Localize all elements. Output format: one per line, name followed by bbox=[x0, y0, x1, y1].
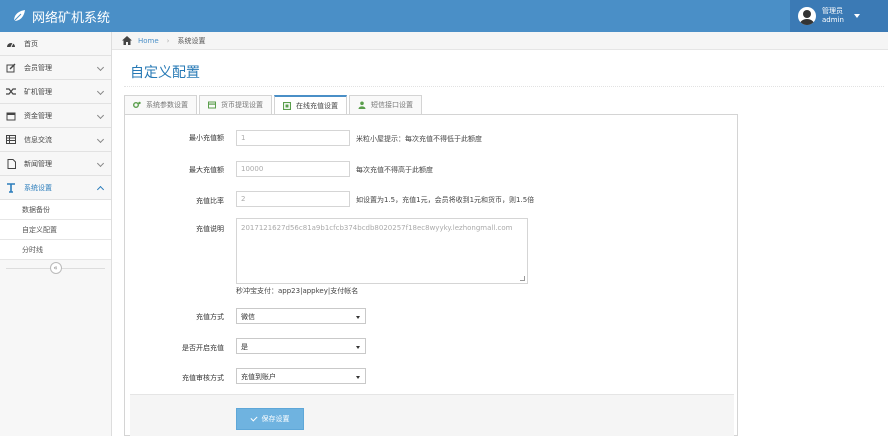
check-icon bbox=[249, 414, 258, 422]
save-button[interactable]: 保存设置 bbox=[236, 408, 304, 430]
sidebar-collapse-button[interactable]: « bbox=[49, 262, 62, 274]
breadcrumb-current: 系统设置 bbox=[177, 36, 206, 45]
review-label: 充值审核方式 bbox=[182, 374, 224, 382]
tab-online-recharge[interactable]: 在线充值设置 bbox=[274, 95, 347, 115]
divider bbox=[124, 86, 884, 87]
sidebar-item-label: 矿机管理 bbox=[24, 87, 52, 96]
tab-label: 短信接口设置 bbox=[371, 101, 413, 109]
chevron-down-icon bbox=[96, 135, 105, 144]
brand[interactable]: 网络矿机系统 bbox=[12, 7, 111, 26]
user-icon bbox=[358, 101, 366, 109]
avatar bbox=[798, 7, 816, 25]
edit-icon bbox=[6, 63, 16, 73]
review-select[interactable]: 充值到账户 bbox=[236, 368, 366, 384]
sidebar-item-funds[interactable]: 资金管理 bbox=[0, 104, 111, 128]
sidebar: 首页 会员管理 矿机管理 资金管理 信息交流 新闻管理 系统设置 数据备份 自定… bbox=[0, 32, 112, 436]
description-textarea[interactable]: 2017121627d56c81a9b1cfcb374bcdb8020257f1… bbox=[236, 218, 528, 284]
tab-label: 在线充值设置 bbox=[296, 102, 338, 110]
square-icon bbox=[283, 102, 291, 110]
sidebar-item-label: 首页 bbox=[24, 39, 38, 48]
sidebar-subitem-custom-config[interactable]: 自定义配置 bbox=[0, 220, 111, 240]
sidebar-item-home[interactable]: 首页 bbox=[0, 32, 111, 56]
list-icon bbox=[6, 135, 16, 145]
calendar-icon bbox=[6, 111, 16, 121]
tab-withdraw-settings[interactable]: 货币提现设置 bbox=[199, 95, 272, 114]
file-icon bbox=[6, 158, 16, 169]
ratio-label: 充值比率 bbox=[196, 197, 224, 205]
description-note: 秒冲宝支付：app23|appkey|支付帐名 bbox=[236, 287, 359, 295]
sidebar-subitem-timeline[interactable]: 分时线 bbox=[0, 240, 111, 260]
dashboard-icon bbox=[6, 39, 16, 49]
brand-title: 网络矿机系统 bbox=[32, 10, 111, 26]
chevron-down-icon bbox=[96, 111, 105, 120]
min-recharge-label: 最小充值额 bbox=[189, 134, 224, 142]
user-menu[interactable]: 管理员 admin bbox=[790, 0, 888, 32]
max-recharge-hint: 每次充值不得高于此额度 bbox=[356, 166, 433, 174]
sidebar-item-label: 新闻管理 bbox=[24, 159, 52, 168]
top-navbar: 网络矿机系统 管理员 admin bbox=[0, 0, 888, 32]
enable-value: 是 bbox=[241, 343, 248, 351]
min-recharge-hint: 米粒小屋提示：每次充值不得低于此额度 bbox=[356, 135, 482, 143]
tab-system-params[interactable]: 系统参数设置 bbox=[124, 95, 197, 114]
user-role: 管理员 bbox=[822, 7, 843, 15]
caret-down-icon bbox=[356, 346, 360, 349]
tab-sms-api[interactable]: 短信接口设置 bbox=[349, 95, 422, 114]
form-actions bbox=[130, 394, 734, 436]
leaf-icon bbox=[13, 10, 25, 22]
sidebar-item-settings[interactable]: 系统设置 bbox=[0, 176, 111, 200]
sidebar-item-news[interactable]: 新闻管理 bbox=[0, 152, 111, 176]
description-text: 2017121627d56c81a9b1cfcb374bcdb8020257f1… bbox=[241, 224, 513, 232]
method-label: 充值方式 bbox=[196, 313, 224, 321]
chevron-up-icon bbox=[96, 185, 105, 194]
caret-down-icon bbox=[356, 376, 360, 379]
max-recharge-input[interactable]: 10000 bbox=[236, 161, 350, 177]
method-value: 微信 bbox=[241, 313, 255, 321]
breadcrumb-home-link[interactable]: Home bbox=[138, 37, 159, 45]
breadcrumb-separator: › bbox=[166, 36, 170, 45]
sidebar-subitem-backup[interactable]: 数据备份 bbox=[0, 200, 111, 220]
enable-select[interactable]: 是 bbox=[236, 338, 366, 354]
gears-icon bbox=[133, 101, 141, 108]
caret-down-icon bbox=[853, 14, 860, 18]
max-recharge-label: 最大充值额 bbox=[189, 166, 224, 174]
resize-handle[interactable] bbox=[520, 276, 525, 281]
tab-label: 货币提现设置 bbox=[221, 101, 263, 109]
user-name: admin bbox=[822, 16, 844, 24]
review-value: 充值到账户 bbox=[241, 373, 276, 381]
tab-label: 系统参数设置 bbox=[146, 101, 188, 109]
home-icon bbox=[122, 36, 132, 45]
credit-card-icon bbox=[208, 101, 216, 109]
description-label: 充值说明 bbox=[196, 225, 224, 233]
chevron-down-icon bbox=[96, 63, 105, 72]
shuffle-icon bbox=[6, 87, 16, 97]
sidebar-item-label: 会员管理 bbox=[24, 63, 52, 72]
page-title: 自定义配置 bbox=[130, 65, 200, 81]
sidebar-item-messages[interactable]: 信息交流 bbox=[0, 128, 111, 152]
caret-down-icon bbox=[356, 316, 360, 319]
min-recharge-input[interactable]: 1 bbox=[236, 130, 350, 146]
tab-bar: 系统参数设置 货币提现设置 在线充值设置 短信接口设置 bbox=[124, 95, 424, 115]
save-button-label: 保存设置 bbox=[261, 415, 290, 423]
method-select[interactable]: 微信 bbox=[236, 308, 366, 324]
ratio-hint: 如设置为1.5，充值1元，会员将收到1元和货币，则1.5倍 bbox=[356, 196, 535, 204]
text-icon bbox=[6, 182, 16, 193]
breadcrumb: Home › 系统设置 bbox=[112, 32, 888, 50]
enable-label: 是否开启充值 bbox=[182, 344, 224, 352]
sidebar-item-members[interactable]: 会员管理 bbox=[0, 56, 111, 80]
chevron-down-icon bbox=[96, 159, 105, 168]
sidebar-item-miners[interactable]: 矿机管理 bbox=[0, 80, 111, 104]
chevron-down-icon bbox=[96, 87, 105, 96]
sidebar-item-label: 资金管理 bbox=[24, 111, 52, 120]
sidebar-item-label: 系统设置 bbox=[24, 183, 52, 192]
ratio-input[interactable]: 2 bbox=[236, 191, 350, 207]
sidebar-item-label: 信息交流 bbox=[24, 135, 52, 144]
